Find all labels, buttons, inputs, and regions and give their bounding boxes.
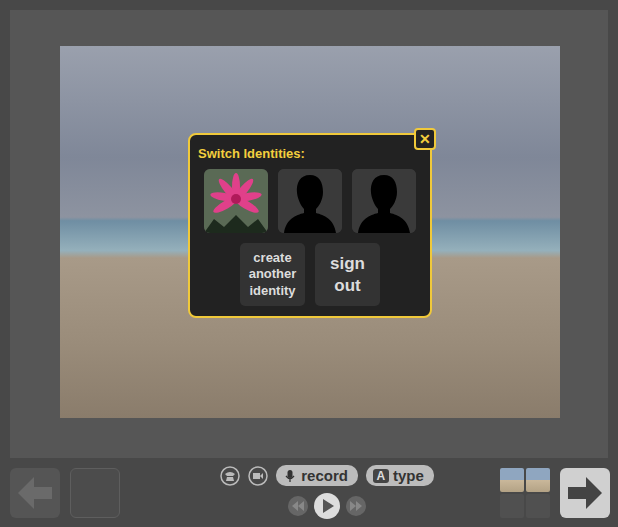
camera-icon xyxy=(248,466,268,486)
switch-identities-dialog: Switch Identities:✕create another identi… xyxy=(188,133,432,318)
phone-icon xyxy=(220,466,240,486)
left-arrow-icon xyxy=(10,468,60,518)
app-window: Switch Identities: ✕ create another identi… xyxy=(0,0,618,527)
identity-tile[interactable] xyxy=(204,169,268,233)
play-icon[interactable] xyxy=(313,492,341,520)
type-button[interactable]: Atype xyxy=(366,465,434,486)
record-button[interactable]: record xyxy=(276,465,358,486)
stage: Switch Identities: ✕ create another identi… xyxy=(10,10,608,458)
identity-action-button[interactable]: create another identity xyxy=(240,243,305,306)
forward-button[interactable] xyxy=(560,468,610,518)
person-silhouette-icon xyxy=(352,169,416,233)
identity-action-button[interactable]: sign out xyxy=(315,243,380,306)
slide-thumbnail[interactable] xyxy=(500,494,524,518)
identity-tile[interactable] xyxy=(278,169,342,233)
bottom-bar: record Atype xyxy=(0,458,618,527)
next-icon[interactable] xyxy=(345,495,367,517)
camera-button[interactable] xyxy=(248,466,268,486)
right-arrow-icon xyxy=(560,468,610,518)
phone-button[interactable] xyxy=(220,466,240,486)
slide-thumbnail[interactable] xyxy=(500,468,524,492)
slide-thumbnail[interactable] xyxy=(526,468,550,492)
dialog-title: Switch Identities: xyxy=(198,146,305,161)
identity-tile[interactable] xyxy=(352,169,416,233)
empty-slot xyxy=(70,468,120,518)
back-button[interactable] xyxy=(10,468,60,518)
previous-icon[interactable] xyxy=(287,495,309,517)
slide-thumbnail[interactable] xyxy=(526,494,550,518)
type-badge: A xyxy=(373,469,389,483)
microphone-icon xyxy=(283,469,297,483)
close-button[interactable]: ✕ xyxy=(414,128,436,150)
flower-icon xyxy=(204,169,268,233)
person-silhouette-icon xyxy=(278,169,342,233)
beach-photo: Switch Identities: ✕ create another identi… xyxy=(60,46,560,418)
